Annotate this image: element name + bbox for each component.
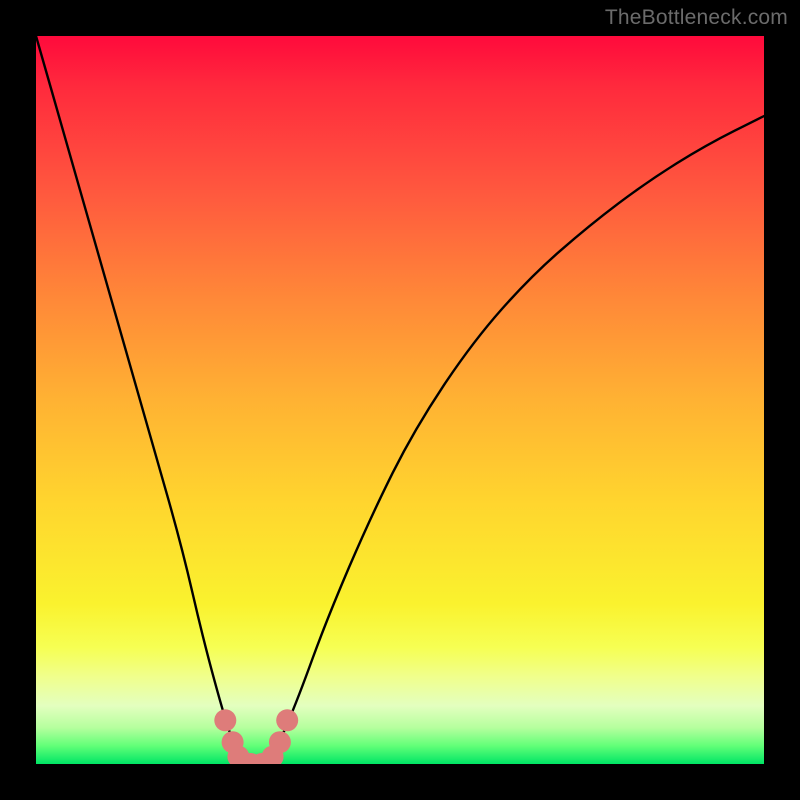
- curve-svg: [36, 36, 764, 764]
- watermark-label: TheBottleneck.com: [605, 6, 788, 30]
- plot-area: [36, 36, 764, 764]
- chart-frame: TheBottleneck.com: [0, 0, 800, 800]
- curve-marker: [276, 709, 298, 731]
- bottleneck-curve-path: [36, 36, 764, 764]
- marker-group: [214, 709, 298, 764]
- curve-marker: [214, 709, 236, 731]
- curve-marker: [269, 731, 291, 753]
